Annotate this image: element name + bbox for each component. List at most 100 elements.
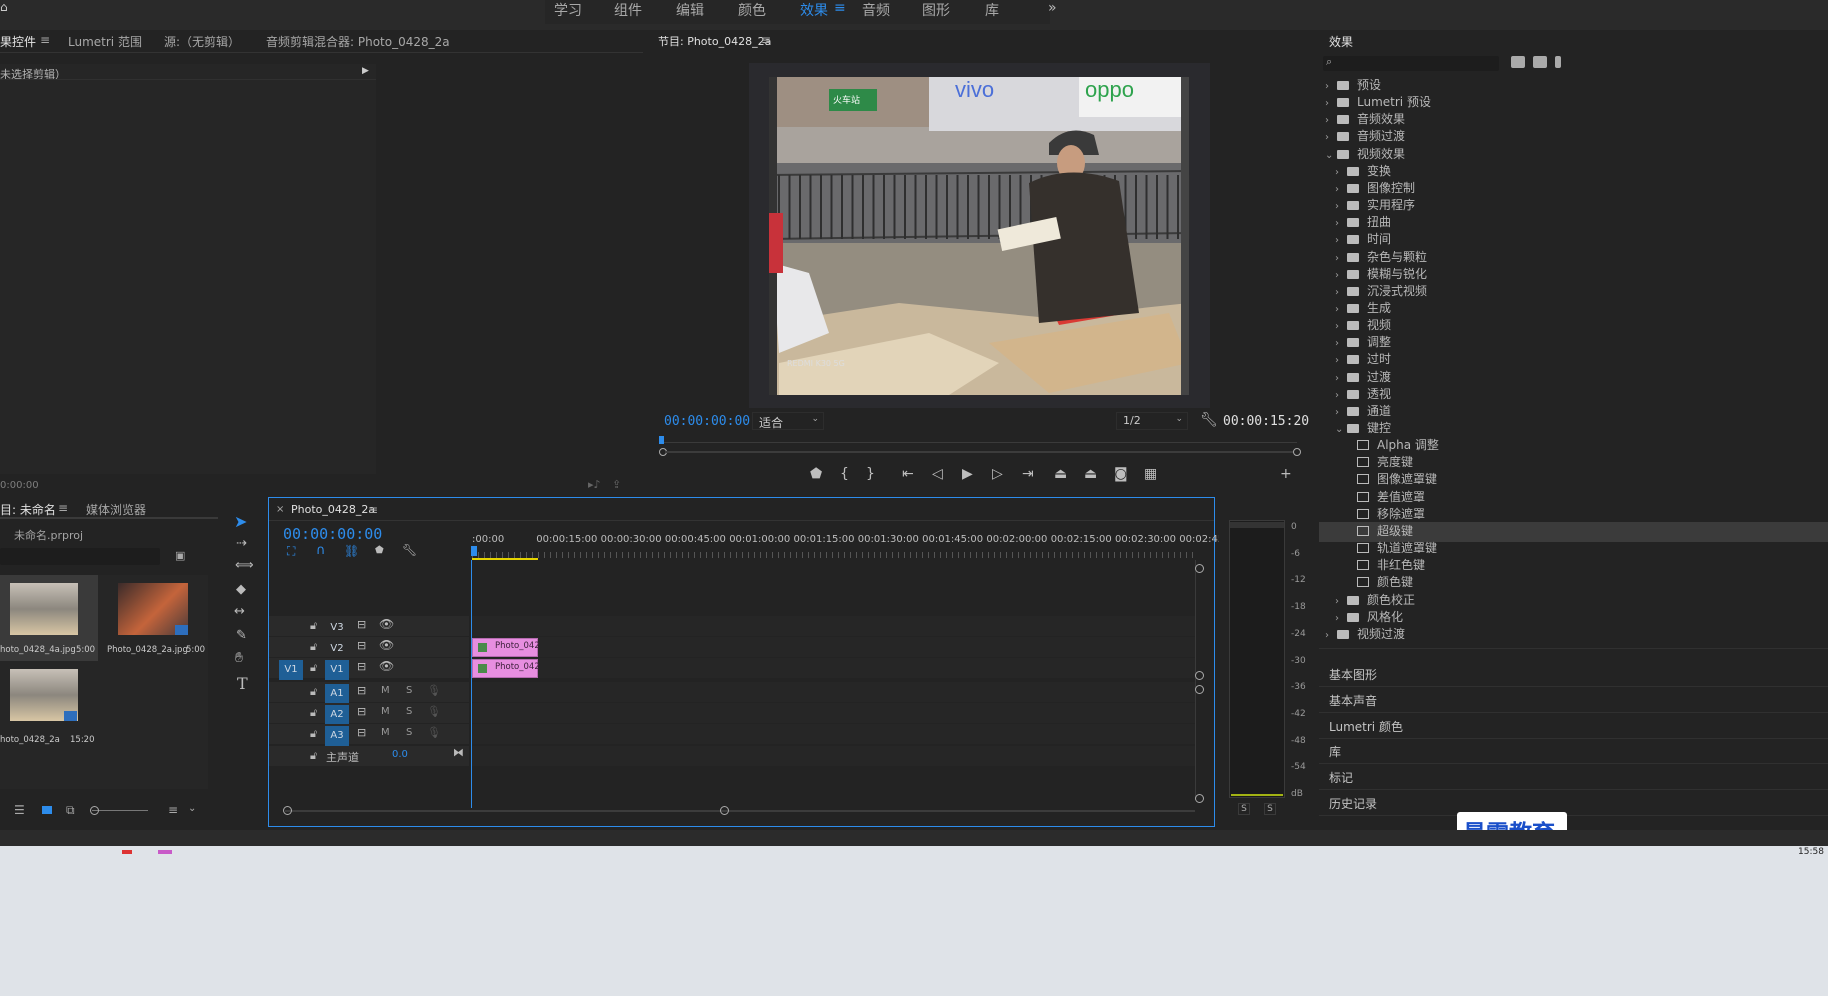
chevron-right-icon[interactable]: › [1335, 407, 1347, 418]
panel-section-header[interactable]: 标记 [1329, 769, 1353, 786]
chevron-right-icon[interactable]: › [1325, 115, 1337, 126]
panel-section-header[interactable]: 基本图形 [1329, 666, 1377, 683]
play-icon[interactable]: ▶ [962, 466, 973, 482]
workspace-tab[interactable]: 组件 [614, 0, 642, 20]
playhead-marker[interactable] [471, 546, 477, 556]
chevron-right-icon[interactable]: › [1335, 253, 1347, 264]
list-item[interactable]: hoto_0428_4a.jpg 5:00 [0, 575, 98, 661]
workspace-tab[interactable]: 效果 [800, 0, 828, 20]
export-frame-icon[interactable]: ◙ [1114, 466, 1128, 482]
lock-icon[interactable]: 🔓︎ [310, 749, 317, 763]
program-time-ruler[interactable] [659, 436, 1301, 456]
lock-icon[interactable]: 🔓︎ [310, 661, 317, 675]
mute-button[interactable]: M [381, 706, 390, 717]
track-target[interactable]: V2 [325, 639, 349, 659]
master-volume-value[interactable]: 0.0 [392, 749, 408, 760]
panel-menu-icon[interactable]: ≡ [40, 33, 50, 47]
track-select-tool-icon[interactable]: ⇢ [236, 536, 247, 551]
expand-arrow-icon[interactable]: ▶ [362, 66, 369, 76]
effects-folder[interactable]: › 视频过渡 [1319, 625, 1828, 645]
selection-tool-icon[interactable]: ➤ [234, 512, 247, 531]
chevron-down-icon[interactable]: ⌄ [1335, 424, 1347, 435]
32bit-effects-icon[interactable] [1533, 56, 1547, 68]
sync-lock-icon[interactable]: ⊟ [357, 684, 366, 697]
chevron-right-icon[interactable]: › [1335, 373, 1347, 384]
type-tool-icon[interactable]: T [237, 674, 248, 693]
add-marker-icon[interactable]: ⬟ [375, 545, 384, 556]
panel-menu-icon[interactable]: ≡ [58, 501, 68, 515]
lock-icon[interactable]: 🔓︎ [310, 727, 317, 741]
lift-icon[interactable]: ⏏ [1054, 466, 1067, 482]
track-target[interactable]: V3 [325, 618, 349, 638]
add-button-icon[interactable]: + [1280, 466, 1292, 482]
tab-effect-controls[interactable]: 果控件 [0, 33, 36, 50]
panel-menu-icon[interactable]: ≡ [761, 33, 771, 47]
track-target[interactable]: A3 [325, 726, 349, 746]
pen-tool-icon[interactable]: ✎ [236, 628, 247, 643]
tab-media-browser[interactable]: 媒体浏览器 [86, 501, 146, 518]
chevron-right-icon[interactable]: › [1335, 355, 1347, 366]
go-to-out-icon[interactable]: ⇥ [1022, 466, 1034, 482]
new-bin-icon[interactable]: ▣ [175, 549, 185, 562]
chevron-right-icon[interactable]: › [1325, 630, 1337, 641]
tab-lumetri-scopes[interactable]: Lumetri 范围 [68, 33, 142, 50]
icon-view-icon[interactable] [42, 806, 52, 814]
chevron-right-icon[interactable]: › [1325, 132, 1337, 143]
mark-out-icon[interactable]: } [866, 466, 875, 482]
timeline-clip[interactable]: Photo_042 [472, 638, 540, 657]
lock-icon[interactable]: 🔓︎ [310, 706, 317, 720]
source-patch-v1[interactable]: V1 [279, 660, 303, 680]
solo-button[interactable]: S [406, 727, 412, 738]
extract-icon[interactable]: ⏏ [1084, 466, 1097, 482]
chevron-right-icon[interactable]: › [1335, 596, 1347, 607]
go-to-end-icon[interactable]: ⧓ [453, 746, 464, 759]
eye-icon[interactable]: 👁︎ [379, 638, 394, 652]
sync-lock-icon[interactable]: ⊟ [357, 726, 366, 739]
fit-dropdown[interactable]: 适合 ⌄ [752, 412, 824, 430]
add-marker-icon[interactable]: ⬟ [810, 466, 822, 482]
settings-wrench-icon[interactable]: 🔧︎ [402, 543, 417, 557]
sync-lock-icon[interactable]: ⊟ [357, 618, 366, 631]
resolution-dropdown[interactable]: 1/2 ⌄ [1116, 412, 1188, 430]
chevron-right-icon[interactable]: › [1335, 184, 1347, 195]
compare-icon[interactable]: ▦ [1144, 466, 1157, 482]
solo-button[interactable]: S [406, 706, 412, 717]
slip-tool-icon[interactable]: ↔ [234, 604, 245, 619]
list-item[interactable]: hoto_0428_2a 15:20 [0, 665, 98, 745]
workspace-tab[interactable]: 编辑 [676, 0, 704, 20]
solo-left-button[interactable]: S [1238, 803, 1250, 815]
list-view-icon[interactable]: ☰ [14, 803, 25, 817]
home-icon[interactable]: ⌂ [0, 0, 10, 14]
linked-selection-icon[interactable]: ⛓ [344, 544, 359, 558]
chevron-right-icon[interactable]: › [1335, 390, 1347, 401]
microphone-icon[interactable]: 🎙︎ [427, 726, 441, 739]
track-target[interactable]: V1 [325, 660, 349, 680]
track-target[interactable]: A1 [325, 684, 349, 704]
mute-button[interactable]: M [381, 727, 390, 738]
wrench-icon[interactable]: 🔧︎ [1200, 412, 1218, 428]
step-back-icon[interactable]: ◁ [932, 466, 943, 482]
workspace-tab[interactable]: 学习 [554, 0, 582, 20]
workspace-menu-icon[interactable]: ≡ [834, 0, 846, 16]
filter-icon[interactable]: ▸♪ [588, 478, 601, 491]
sort-icon[interactable]: ≡ [168, 803, 178, 817]
tab-sequence[interactable]: Photo_0428_2a [291, 503, 375, 516]
ripple-edit-tool-icon[interactable]: ⟺ [235, 558, 254, 573]
lock-icon[interactable]: 🔓︎ [310, 619, 317, 633]
sync-lock-icon[interactable]: ⊟ [357, 660, 366, 673]
workspace-tab[interactable]: 音频 [862, 0, 890, 20]
hand-tool-icon[interactable]: ✋︎ [235, 650, 243, 666]
chevron-down-icon[interactable]: ⌄ [1325, 150, 1337, 161]
panel-menu-icon[interactable]: ≡ [368, 503, 378, 517]
freeform-view-icon[interactable]: ⧉ [66, 803, 75, 818]
nest-sequence-icon[interactable]: ⛶ [287, 544, 295, 559]
chevron-right-icon[interactable]: › [1325, 81, 1337, 92]
panel-section-header[interactable]: Lumetri 颜色 [1329, 718, 1403, 735]
lock-icon[interactable]: 🔓︎ [310, 640, 317, 654]
workspace-tab[interactable]: 库 [985, 0, 999, 20]
chevron-right-icon[interactable]: › [1335, 201, 1347, 212]
chevron-right-icon[interactable]: › [1335, 613, 1347, 624]
mute-button[interactable]: M [381, 685, 390, 696]
chevron-right-icon[interactable]: › [1335, 304, 1347, 315]
program-current-timecode[interactable]: 00:00:00:00 [664, 414, 750, 429]
